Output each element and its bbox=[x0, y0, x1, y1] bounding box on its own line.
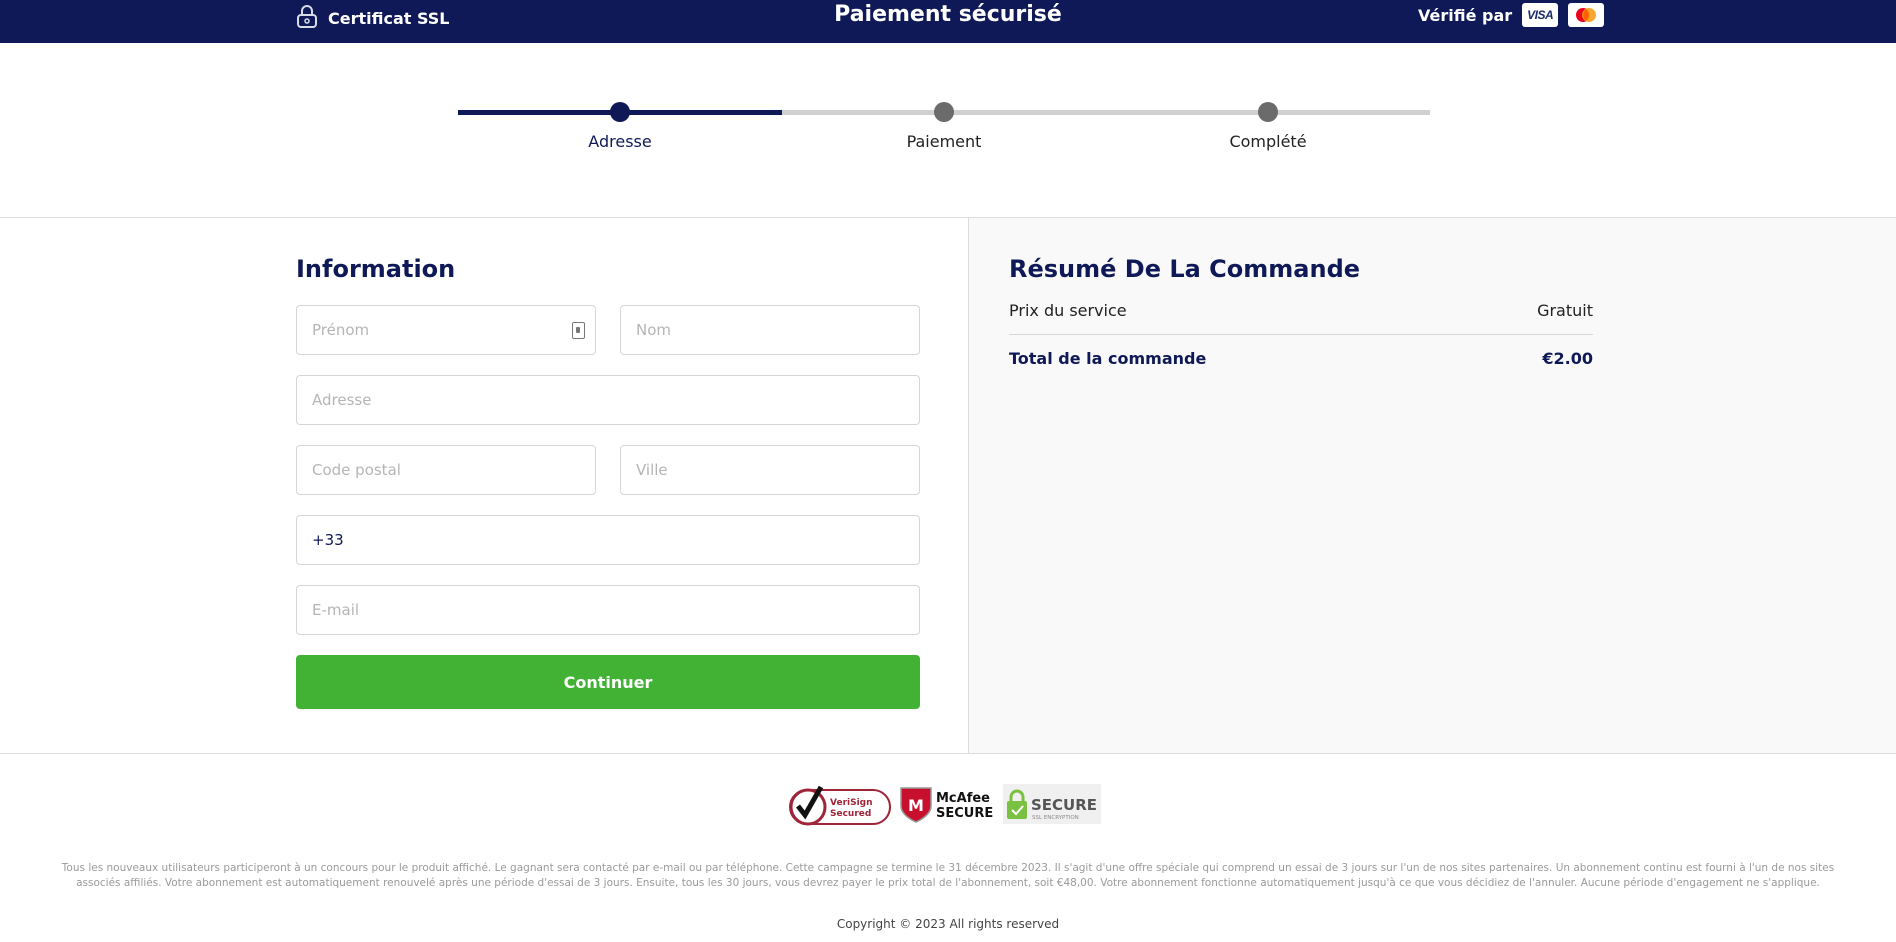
step-payment: Paiement bbox=[844, 102, 1044, 151]
visa-text: VISA bbox=[1527, 8, 1554, 22]
ssl-line1: SECURE bbox=[1031, 796, 1097, 814]
summary-row-service: Prix du service Gratuit bbox=[1009, 301, 1593, 335]
visa-logo-icon: VISA bbox=[1522, 3, 1559, 27]
ssl-secure-badge-icon: SECURE SSL ENCRYPTION bbox=[1003, 779, 1101, 829]
copyright-text: Copyright © 2023 All rights reserved bbox=[836, 917, 1060, 931]
verisign-line2: Secured bbox=[830, 809, 871, 819]
postal-code-input[interactable] bbox=[297, 446, 595, 494]
row-value: €2.00 bbox=[1542, 349, 1593, 368]
verisign-line1: VeriSign bbox=[830, 798, 873, 808]
step-address: Adresse bbox=[520, 102, 720, 151]
checkout-stepper: Adresse Paiement Complété bbox=[458, 90, 1430, 170]
mcafee-line2: SECURE bbox=[936, 806, 993, 821]
svg-text:M: M bbox=[908, 796, 924, 815]
postal-code-field[interactable] bbox=[296, 445, 596, 495]
phone-input[interactable] bbox=[297, 516, 919, 564]
verisign-badge-icon: VeriSign Secured bbox=[788, 779, 893, 829]
email-input[interactable] bbox=[297, 586, 919, 634]
mcafee-badge-icon: M McAfee SECURE bbox=[898, 779, 998, 829]
first-name-field[interactable] bbox=[296, 305, 596, 355]
step-dot bbox=[1258, 102, 1278, 122]
first-name-input[interactable] bbox=[297, 306, 595, 354]
city-field[interactable] bbox=[620, 445, 920, 495]
address-field[interactable] bbox=[296, 375, 920, 425]
mcafee-line1: McAfee bbox=[936, 791, 990, 806]
step-label: Adresse bbox=[588, 132, 652, 151]
row-label: Total de la commande bbox=[1009, 349, 1207, 368]
email-field[interactable] bbox=[296, 585, 920, 635]
form-heading: Information bbox=[296, 255, 456, 283]
step-complete: Complété bbox=[1168, 102, 1368, 151]
ssl-line2: SSL ENCRYPTION bbox=[1032, 815, 1079, 821]
last-name-field[interactable] bbox=[620, 305, 920, 355]
summary-heading: Résumé De La Commande bbox=[1009, 255, 1361, 283]
step-dot bbox=[934, 102, 954, 122]
top-bar: Certificat SSL Paiement sécurisé Vérifié… bbox=[0, 0, 1896, 43]
step-dot bbox=[610, 102, 630, 122]
continue-button[interactable]: Continuer bbox=[296, 655, 920, 709]
row-value: Gratuit bbox=[1537, 301, 1593, 320]
verified-label: Vérifié par bbox=[1418, 5, 1513, 25]
step-label: Paiement bbox=[906, 132, 982, 151]
summary-row-total: Total de la commande €2.00 bbox=[1009, 349, 1593, 368]
address-input[interactable] bbox=[297, 376, 919, 424]
phone-field[interactable] bbox=[296, 515, 920, 565]
information-form: Information Continuer bbox=[296, 255, 920, 709]
disclaimer-text: Tous les nouveaux utilisateurs participe… bbox=[61, 862, 1835, 889]
row-label: Prix du service bbox=[1009, 301, 1127, 320]
contact-card-icon[interactable] bbox=[572, 322, 585, 339]
city-input[interactable] bbox=[621, 446, 919, 494]
mastercard-logo-icon bbox=[1568, 3, 1605, 27]
verified-by: Vérifié par VISA bbox=[1418, 3, 1605, 27]
divider bbox=[0, 753, 1896, 754]
step-label: Complété bbox=[1229, 132, 1307, 151]
last-name-input[interactable] bbox=[621, 306, 919, 354]
page-title: Paiement sécurisé bbox=[834, 2, 1062, 27]
security-badges: VeriSign Secured M McAfee SECURE SECURE … bbox=[788, 779, 1101, 829]
order-summary: Résumé De La Commande Prix du service Gr… bbox=[1009, 255, 1593, 368]
